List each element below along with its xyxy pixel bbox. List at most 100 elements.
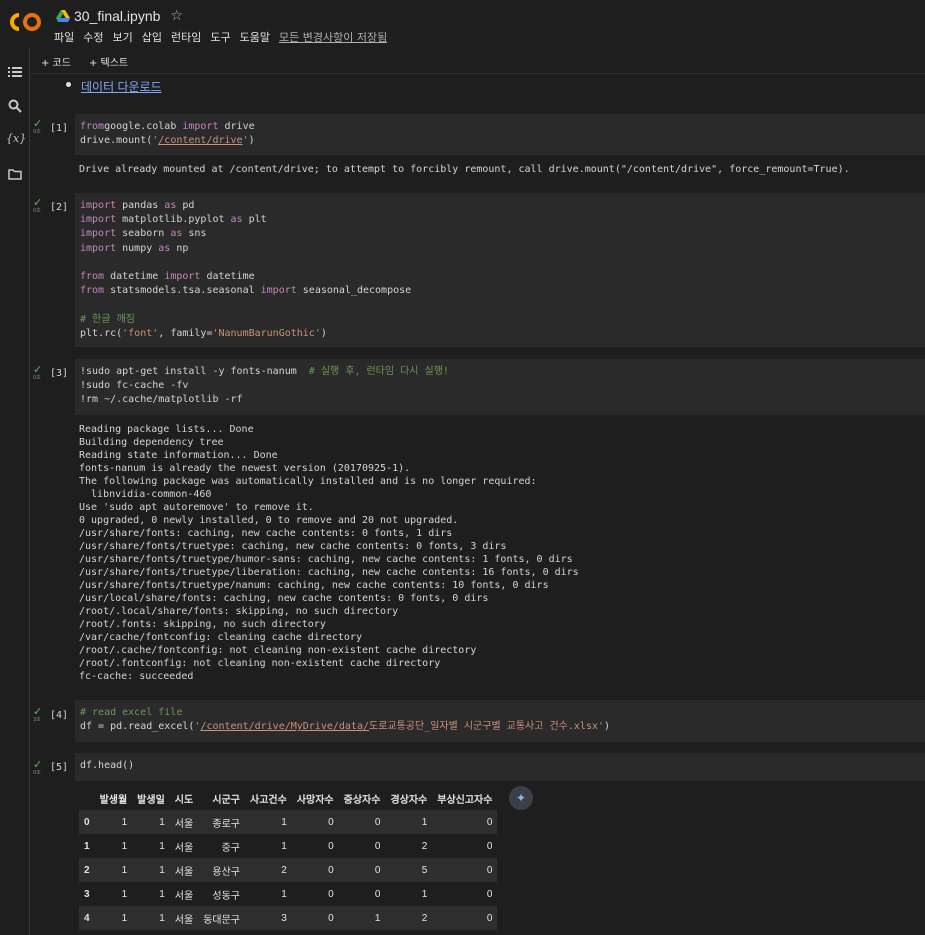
table-cell: 서울	[174, 818, 194, 830]
table-cell: 1	[121, 816, 128, 828]
google-drive-icon	[56, 9, 70, 22]
menu-tools[interactable]: 도구	[210, 29, 230, 45]
notebook-title[interactable]: 30_final.ipynb	[74, 8, 160, 24]
cell-status[interactable]: ✓ 0초	[33, 118, 47, 135]
table-header: 발생월 발생일 시도 시군구 사고건수 사망자수 중상자수 경상자수 부상신고자수	[79, 786, 497, 810]
code-editor[interactable]: # read excel file df = pd.read_excel('/co…	[75, 700, 925, 734]
menu-view[interactable]: 보기	[113, 29, 133, 45]
code-line: df = pd.read_excel('/content/drive/MyDri…	[80, 720, 925, 734]
notebook-content: 데이터 다운로드 ✓ 0초 [1] fromgoogle.colab impor…	[31, 74, 925, 935]
star-icon[interactable]: ☆	[170, 8, 183, 24]
code-line: import pandas as pd	[80, 199, 925, 213]
table-cell: 서울	[174, 842, 194, 854]
table-cell: 1	[159, 816, 165, 828]
table-cell: 1	[281, 816, 287, 828]
exec-count[interactable]: [2]	[50, 202, 68, 213]
table-cell: 1	[121, 864, 128, 876]
left-sidebar: {x}	[0, 48, 30, 935]
row-index: 3	[84, 888, 90, 900]
table-cell: 0	[328, 888, 334, 900]
magic-wand-icon[interactable]: ✦	[509, 786, 533, 810]
code-editor[interactable]: !sudo apt-get install -y fonts-nanum # 실…	[75, 359, 925, 408]
table-cell: 동대문구	[203, 914, 240, 926]
table-cell: 0	[328, 864, 334, 876]
table-row: 1 1 1 서울 중구 1 0 0 2 0	[79, 834, 497, 858]
table-cell: 2	[421, 840, 428, 852]
menu-insert[interactable]: 삽입	[142, 29, 162, 45]
exec-count[interactable]: [3]	[50, 368, 68, 379]
check-icon: ✓	[33, 705, 43, 718]
code-cell[interactable]: df.head()	[75, 753, 925, 781]
cell-output: Reading package lists... Done Building d…	[79, 424, 579, 682]
table-cell: 0	[486, 864, 493, 876]
code-line: # 한글 깨짐	[80, 313, 925, 327]
code-token: datetime	[104, 271, 165, 283]
code-line: import matplotlib.pyplot as plt	[80, 213, 925, 227]
menu-edit[interactable]: 수정	[83, 29, 103, 45]
code-line: df.head()	[80, 759, 925, 773]
data-download-link[interactable]: 데이터 다운로드	[81, 80, 162, 94]
menu-help[interactable]: 도움말	[240, 29, 270, 45]
code-cell[interactable]: fromgoogle.colab import drive drive.mount…	[75, 114, 925, 155]
menu-file[interactable]: 파일	[54, 29, 74, 45]
add-text-button[interactable]: + 텍스트	[89, 54, 128, 69]
column-header: 시군구	[212, 794, 240, 806]
table-cell: 0	[374, 840, 381, 852]
code-token: seasonal_decompose	[296, 285, 412, 297]
exec-count[interactable]: [4]	[50, 710, 68, 721]
code-line: !rm ~/.cache/matplotlib -rf	[80, 393, 925, 407]
row-index: 0	[84, 816, 90, 828]
cell-status[interactable]: ✓ 0초	[33, 759, 47, 776]
code-token: seaborn	[116, 228, 171, 240]
code-token: !sudo fc-cache -fv	[80, 380, 189, 392]
code-token: df.head()	[80, 760, 135, 771]
cell-status[interactable]: ✓ 0초	[33, 197, 47, 214]
code-token: as	[170, 228, 183, 240]
table-cell: 중구	[221, 842, 240, 854]
table-of-contents-icon[interactable]	[8, 65, 22, 79]
table-cell: 1	[121, 888, 128, 900]
table-cell: 1	[159, 864, 165, 876]
cell-status[interactable]: ✓ 0초	[33, 364, 47, 381]
code-token: import	[260, 285, 297, 297]
table-cell: 0	[328, 840, 334, 852]
code-editor[interactable]: df.head()	[75, 753, 925, 773]
code-token: import	[164, 271, 201, 283]
code-cell[interactable]: import pandas as pd import matplotlib.pyp…	[75, 193, 925, 347]
code-token: datetime	[200, 271, 255, 283]
code-editor[interactable]: fromgoogle.colab import drive drive.mount…	[75, 114, 925, 148]
table-cell: 용산구	[212, 866, 240, 878]
exec-time: 0초	[33, 770, 41, 776]
code-line: !sudo apt-get install -y fonts-nanum # 실…	[80, 365, 925, 379]
header-bar: 30_final.ipynb ☆ 파일 수정 보기 삽입 런타임 도구 도움말 …	[0, 0, 925, 48]
files-folder-icon[interactable]	[8, 167, 22, 181]
code-token: plt	[242, 214, 267, 226]
table-cell: 1	[159, 888, 165, 900]
column-header: 발생월	[99, 794, 128, 806]
menu-runtime[interactable]: 런타임	[171, 29, 201, 45]
code-cell[interactable]: !sudo apt-get install -y fonts-nanum # 실…	[75, 359, 925, 415]
code-token: import	[80, 214, 117, 226]
code-token: np	[170, 242, 189, 254]
cell-status[interactable]: ✓ 3초	[33, 705, 47, 723]
exec-count[interactable]: [1]	[50, 123, 68, 134]
table-cell: 0	[486, 816, 493, 828]
code-token: # 실행 후, 런타임 다시 실행!	[308, 366, 449, 377]
search-icon[interactable]	[8, 99, 22, 113]
code-editor[interactable]: import pandas as pd import matplotlib.pyp…	[75, 193, 925, 341]
exec-count[interactable]: [5]	[50, 762, 68, 773]
code-line: fromgoogle.colab import drive	[80, 120, 925, 134]
colab-logo-icon[interactable]	[10, 12, 42, 32]
code-line: drive.mount('/content/drive')	[80, 134, 925, 148]
exec-time: 0초	[33, 129, 41, 135]
code-cell[interactable]: # read excel file df = pd.read_excel('/co…	[75, 700, 925, 742]
variables-icon[interactable]: {x}	[6, 132, 26, 146]
menu-bar: 파일 수정 보기 삽입 런타임 도구 도움말 모든 변경사항이 저장됨	[54, 29, 396, 45]
code-line: plt.rc('font', family='NanumBarunGothic'…	[80, 327, 925, 341]
code-token: matplotlib.pyplot	[116, 214, 231, 226]
save-status-link[interactable]: 모든 변경사항이 저장됨	[279, 29, 387, 45]
code-line: import seaborn as sns	[80, 227, 925, 241]
add-code-button[interactable]: + 코드	[41, 54, 71, 69]
code-token: drive	[224, 121, 255, 132]
